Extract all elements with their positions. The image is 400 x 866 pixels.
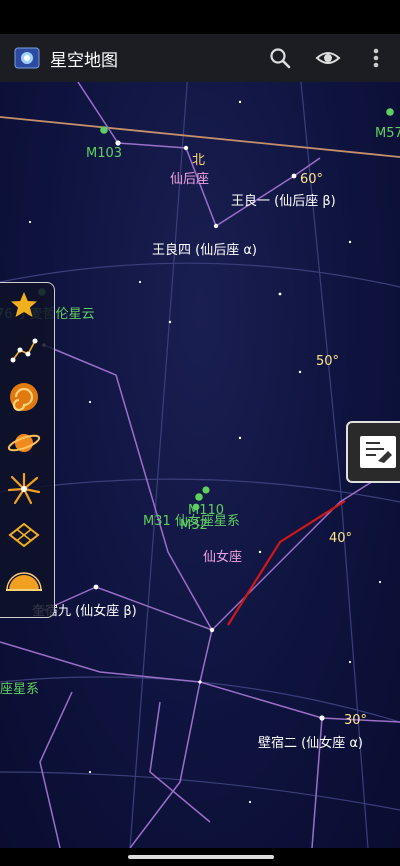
label-m103: M103 — [86, 146, 123, 161]
label-40-degrees: 40° — [329, 531, 353, 546]
grid-tool[interactable] — [0, 513, 48, 557]
label-galaxy-partial: 座星系 — [0, 682, 40, 697]
label-60-degrees: 60° — [300, 172, 324, 187]
app-title: 星空地图 — [50, 50, 118, 71]
pointer-line — [227, 500, 346, 626]
constellation-icon — [10, 338, 38, 363]
meteor-icon — [7, 472, 41, 505]
home-gesture-handle[interactable] — [128, 855, 274, 859]
messier-tool[interactable] — [0, 375, 48, 419]
constellations-tool[interactable] — [0, 329, 48, 373]
view-mode-button[interactable] — [304, 34, 352, 82]
galaxy-icon — [10, 383, 38, 412]
app-bar: 星空地图 — [0, 34, 400, 82]
status-bar — [0, 0, 400, 34]
horizon-icon — [6, 572, 42, 591]
planets-tool[interactable] — [0, 421, 48, 465]
search-button[interactable] — [256, 34, 304, 82]
eye-icon — [315, 52, 341, 64]
horizon-tool[interactable] — [0, 559, 48, 603]
label-30-degrees: 30° — [344, 713, 368, 728]
more-vert-icon — [373, 48, 379, 68]
navigation-bar — [0, 848, 400, 866]
label-alpheratz: 壁宿二 (仙女座 α) — [258, 736, 363, 751]
meteors-tool[interactable] — [0, 467, 48, 511]
label-andromeda: 仙女座 — [203, 550, 243, 565]
planet-icon — [7, 434, 41, 452]
label-north: 北 — [192, 153, 206, 168]
stars-tool[interactable] — [0, 283, 48, 327]
more-options-button[interactable] — [352, 34, 400, 82]
label-m32: M32 — [180, 518, 208, 533]
star-icon — [11, 292, 37, 317]
label-schedar-beta: 王良一 (仙后座 β) — [231, 194, 336, 209]
manual-control-icon — [360, 436, 396, 468]
label-50-degrees: 50° — [316, 354, 340, 369]
layer-toolbar — [0, 282, 55, 618]
label-m57: M57 — [375, 126, 400, 141]
sky-map[interactable]: M103 北 仙后座 60° 王良一 (仙后座 β) 王良四 (仙后座 α) M… — [0, 82, 400, 848]
label-cassiopeia: 仙后座 — [170, 172, 210, 187]
label-schedar-alpha: 王良四 (仙后座 α) — [152, 243, 257, 258]
manual-mode-button[interactable] — [346, 421, 400, 483]
search-icon — [270, 48, 291, 69]
grid-icon — [8, 522, 40, 548]
app-logo-icon — [14, 47, 40, 69]
